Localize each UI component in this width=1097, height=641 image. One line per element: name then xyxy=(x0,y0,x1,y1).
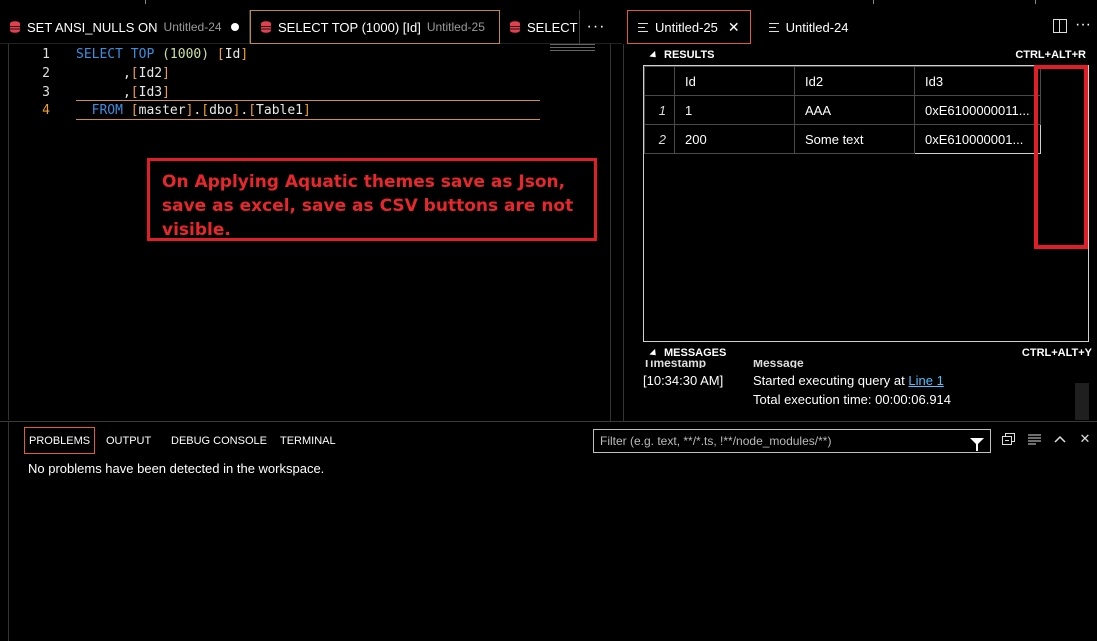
message-text: Total execution time: 00:00:06.914 xyxy=(753,392,952,407)
editor-tab-select-top[interactable]: SELECT TOP (1000) [Id] Untitled-25 xyxy=(250,10,500,44)
panel-tab-problems[interactable]: PROBLEMS xyxy=(24,427,96,454)
unsaved-dot-icon xyxy=(230,23,239,31)
messages-scrollbar[interactable] xyxy=(1075,383,1089,420)
tab-label: Untitled-24 xyxy=(785,19,849,35)
editor-tab-set-ansi-nulls[interactable]: SET ANSI_NULLS ON Untitled-24 xyxy=(0,10,250,44)
tab-label: Untitled-25 xyxy=(655,19,718,35)
results-tab-untitled-24[interactable]: Untitled-24 xyxy=(759,10,859,44)
collapse-all-icon[interactable] xyxy=(1001,432,1015,446)
messages-title: MESSAGES xyxy=(664,347,727,359)
row-number: 1 xyxy=(644,95,675,125)
code-text: ,[Id2] xyxy=(122,66,170,81)
annotation-callout: On Applying Aquatic themes save as Json,… xyxy=(147,158,597,241)
pane-divider[interactable] xyxy=(610,44,611,421)
problems-status-text: No problems have been detected in the wo… xyxy=(28,461,325,476)
results-header[interactable]: RESULTS CTRL+ALT+R xyxy=(643,46,1095,64)
column-header[interactable]: Id3 xyxy=(914,66,1041,96)
column-header[interactable]: Id xyxy=(674,66,795,96)
tab-sublabel: Untitled-24 xyxy=(163,20,222,34)
line-number: 1 xyxy=(42,47,50,62)
message-row: Total execution time: 00:00:06.914 xyxy=(643,392,951,411)
table-cell[interactable]: 0xE6100000011... xyxy=(914,95,1041,125)
bottom-panel: PROBLEMS OUTPUT DEBUG CONSOLE TERMINAL F… xyxy=(0,421,1097,641)
view-as-list-icon[interactable] xyxy=(1027,432,1041,446)
filter-icon[interactable] xyxy=(970,437,984,451)
panel-tab-terminal[interactable]: TERMINAL xyxy=(276,427,340,454)
code-line: 1 SELECT TOP (1000) [Id] xyxy=(0,45,560,64)
line-number: 2 xyxy=(42,66,50,81)
line-link[interactable]: Line 1 xyxy=(908,373,943,388)
top-divider xyxy=(1035,0,1036,4)
code-text: SELECT TOP (1000) [Id] xyxy=(76,47,249,62)
more-actions-icon[interactable]: ··· xyxy=(1075,16,1091,34)
more-actions-icon[interactable]: ··· xyxy=(580,10,612,43)
results-grid[interactable]: Id Id2 Id3 1 1 AAA 0xE6100000011... 2 20… xyxy=(643,65,1089,342)
messages-pane: Timestamp Message [10:34:30 AM] Started … xyxy=(643,360,1093,420)
table-cell[interactable]: 1 xyxy=(674,95,795,125)
annotation-highlight-box xyxy=(1034,65,1088,249)
row-number-header xyxy=(644,66,675,96)
results-title: RESULTS xyxy=(664,49,715,61)
table-row[interactable]: 1 1 AAA 0xE6100000011... xyxy=(644,95,1041,125)
table-cell[interactable]: Some text xyxy=(794,124,915,154)
results-table: Id Id2 Id3 1 1 AAA 0xE6100000011... 2 20… xyxy=(644,66,1041,154)
messages-shortcut: CTRL+ALT+Y xyxy=(1021,347,1092,359)
panel-tab-output[interactable]: OUTPUT xyxy=(102,427,155,454)
problems-filter-input[interactable]: Filter (e.g. text, **/*.ts, !**/node_mod… xyxy=(593,429,991,453)
table-header-row: Id Id2 Id3 xyxy=(644,66,1041,96)
code-line: 2 ,[Id2] xyxy=(0,64,560,83)
timestamp-header: Timestamp xyxy=(643,360,707,368)
table-cell[interactable]: AAA xyxy=(794,95,915,125)
database-icon xyxy=(261,21,271,33)
tab-label: SET ANSI_NULLS ON xyxy=(27,19,158,35)
line-number: 4 xyxy=(42,103,50,118)
editor-tab-bar: SET ANSI_NULLS ON Untitled-24 SELECT TOP… xyxy=(0,10,622,44)
panel-tab-debug-console[interactable]: DEBUG CONSOLE xyxy=(167,427,271,454)
table-cell[interactable]: 0xE610000001... xyxy=(914,124,1041,154)
table-cell[interactable]: 200 xyxy=(674,124,795,154)
top-divider xyxy=(873,0,874,4)
code-line: 4 FROM [master].[dbo].[Table1] xyxy=(0,101,560,120)
table-row[interactable]: 2 200 Some text 0xE610000001... xyxy=(644,124,1041,154)
database-icon xyxy=(10,21,20,33)
tab-sublabel: Untitled-25 xyxy=(426,20,485,34)
filter-placeholder: Filter (e.g. text, **/*.ts, !**/node_mod… xyxy=(600,434,832,448)
close-panel-icon[interactable]: ✕ xyxy=(1078,431,1092,446)
tab-label: SELECT TOP (1000) [Id] xyxy=(278,19,421,35)
split-editor-icon[interactable] xyxy=(1053,19,1067,33)
code-text: ,[Id3] xyxy=(122,85,170,100)
code-text: FROM [master].[dbo].[Table1] xyxy=(91,103,311,118)
message-text: Started executing query at Line 1 xyxy=(753,373,944,388)
collapse-triangle-icon xyxy=(649,50,659,60)
database-icon xyxy=(510,21,520,33)
maximize-panel-icon[interactable] xyxy=(1053,432,1067,446)
tab-label: SELECT xyxy=(527,19,578,35)
message-timestamp: [10:34:30 AM] xyxy=(643,373,724,388)
results-tab-bar: Untitled-25 ✕ Untitled-24 ··· xyxy=(623,10,1097,44)
collapse-triangle-icon xyxy=(649,348,659,358)
message-header: Message xyxy=(753,360,804,368)
row-number: 2 xyxy=(644,124,675,154)
line-number: 3 xyxy=(42,85,50,100)
editor-tab-select[interactable]: SELECT xyxy=(500,10,580,44)
document-lines-icon xyxy=(768,22,779,32)
results-tab-untitled-25[interactable]: Untitled-25 ✕ xyxy=(627,10,751,44)
results-shortcut: CTRL+ALT+R xyxy=(1015,49,1086,61)
pane-divider[interactable] xyxy=(623,44,624,421)
top-divider xyxy=(145,0,146,4)
close-icon[interactable]: ✕ xyxy=(728,19,740,36)
document-lines-icon xyxy=(638,22,648,32)
column-header[interactable]: Id2 xyxy=(794,66,915,96)
code-line: 3 ,[Id3] xyxy=(0,83,560,102)
message-row: [10:34:30 AM] Started executing query at… xyxy=(643,373,944,392)
